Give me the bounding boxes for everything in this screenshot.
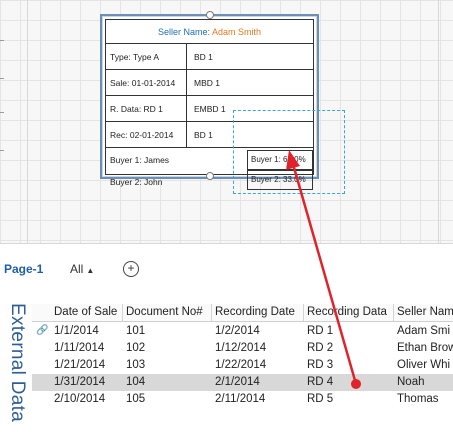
drag-origin-dot-icon <box>351 379 361 389</box>
drag-arrow-line <box>291 163 358 385</box>
drag-arrow <box>286 150 361 389</box>
arrow-head-icon <box>286 150 300 170</box>
